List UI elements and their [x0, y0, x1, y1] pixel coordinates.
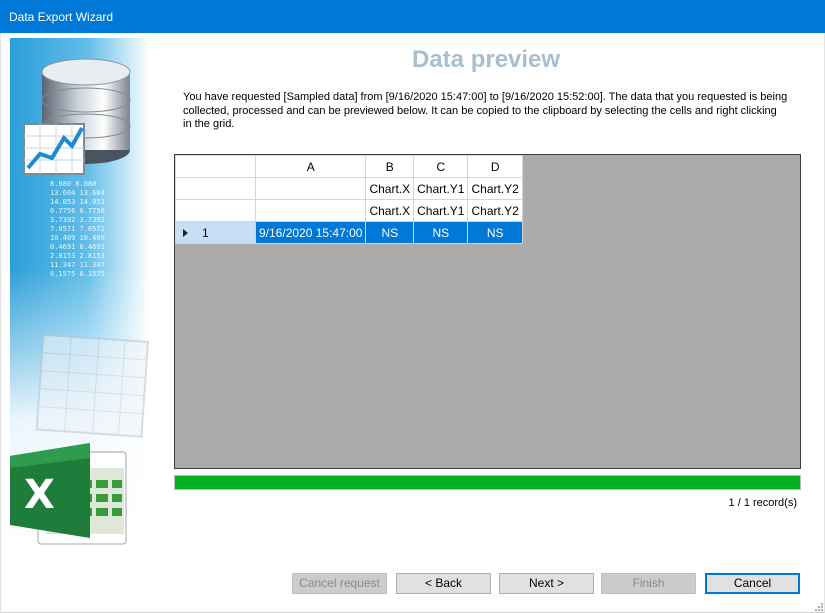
- column-header-b[interactable]: B: [365, 155, 415, 178]
- chart-icon: [23, 123, 85, 175]
- table-cell[interactable]: Chart.Y1: [413, 177, 469, 200]
- row-header-cell[interactable]: 1: [175, 221, 256, 244]
- row-index: 1: [202, 225, 209, 240]
- column-header-d[interactable]: D: [467, 155, 523, 178]
- header-row: Chart.X Chart.Y1 Chart.Y2: [175, 199, 523, 222]
- table-cell[interactable]: 9/16/2020 15:47:00: [254, 221, 367, 244]
- wizard-sidebar-graphic: 8.880 8.880 13.604 13.604 14.053 14.053 …: [10, 38, 150, 548]
- cancel-request-button[interactable]: Cancel request: [292, 573, 387, 594]
- svg-text:2.8153 2.8153: 2.8153 2.8153: [50, 252, 105, 260]
- column-header-a[interactable]: A: [254, 155, 367, 178]
- current-row-arrow-icon: [183, 229, 188, 238]
- svg-text:3.7392 3.7392: 3.7392 3.7392: [50, 216, 105, 224]
- header-row: Chart.X Chart.Y1 Chart.Y2: [175, 177, 523, 200]
- back-button[interactable]: < Back: [396, 573, 491, 594]
- row-header-cell[interactable]: [175, 177, 256, 200]
- table-cell[interactable]: NS: [413, 221, 469, 244]
- svg-text:7.0571 7.0571: 7.0571 7.0571: [50, 225, 105, 233]
- sidebar-illustration: 8.880 8.880 13.604 13.604 14.053 14.053 …: [10, 38, 150, 548]
- column-header-c[interactable]: C: [413, 155, 469, 178]
- svg-text:13.604 13.604: 13.604 13.604: [50, 189, 105, 197]
- spreadsheet-icon: [35, 333, 150, 438]
- resize-grip-icon[interactable]: [813, 601, 823, 611]
- table-cell[interactable]: [254, 177, 367, 200]
- svg-text:8.880 8.880: 8.880 8.880: [50, 180, 96, 188]
- svg-text:6.1575 6.1575: 6.1575 6.1575: [50, 270, 105, 278]
- table-cell[interactable]: [254, 199, 367, 222]
- table-cell[interactable]: Chart.Y2: [467, 199, 523, 222]
- record-count: 1 / 1 record(s): [728, 497, 797, 509]
- table-row[interactable]: 1 9/16/2020 15:47:00 NS NS NS: [175, 221, 523, 244]
- table-cell[interactable]: NS: [365, 221, 415, 244]
- column-header-row: A B C D: [175, 155, 523, 178]
- table-cell[interactable]: Chart.Y2: [467, 177, 523, 200]
- cancel-button[interactable]: Cancel: [705, 573, 800, 594]
- page-title: Data preview: [412, 46, 561, 73]
- row-header-cell[interactable]: [175, 199, 256, 222]
- table-cell[interactable]: Chart.X: [365, 177, 415, 200]
- svg-text:10.409 10.409: 10.409 10.409: [50, 234, 105, 242]
- table-cell[interactable]: Chart.Y1: [413, 199, 469, 222]
- svg-text:11.347 11.347: 11.347 11.347: [50, 261, 105, 269]
- title-bar[interactable]: Data Export Wizard: [0, 0, 825, 33]
- svg-text:6.7756 6.7756: 6.7756 6.7756: [50, 207, 105, 215]
- progress-fill: [175, 476, 800, 489]
- data-table[interactable]: A B C D Chart.X Chart.Y1 Chart.Y2 Chart.…: [175, 155, 523, 244]
- table-cell[interactable]: NS: [467, 221, 523, 244]
- svg-text:14.053 14.053: 14.053 14.053: [50, 198, 105, 206]
- next-button[interactable]: Next >: [499, 573, 594, 594]
- window-title: Data Export Wizard: [9, 10, 114, 24]
- finish-button[interactable]: Finish: [601, 573, 696, 594]
- svg-text:X: X: [24, 472, 55, 518]
- table-cell[interactable]: Chart.X: [365, 199, 415, 222]
- data-preview-grid[interactable]: A B C D Chart.X Chart.Y1 Chart.Y2 Chart.…: [174, 154, 801, 469]
- corner-header-cell[interactable]: [175, 155, 256, 178]
- page-description: You have requested [Sampled data] from […: [183, 91, 788, 130]
- svg-text:0.4691 0.4691: 0.4691 0.4691: [50, 243, 105, 251]
- progress-bar: [174, 475, 801, 490]
